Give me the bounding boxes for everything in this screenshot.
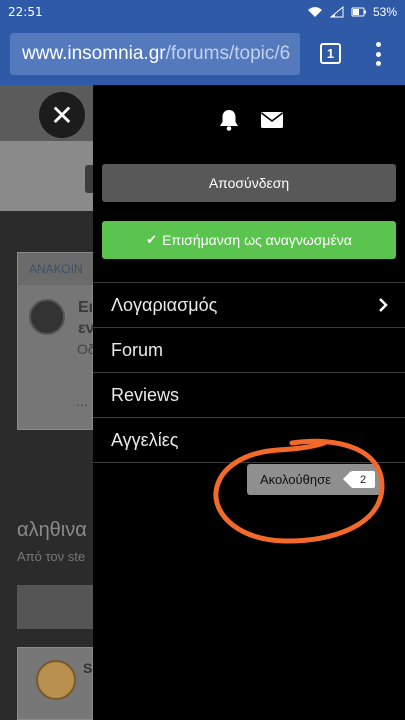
chevron-right-icon [379, 298, 388, 312]
status-time: 22:51 [8, 4, 43, 19]
side-drawer: Αποσύνδεση ✔ Επισήμανση ως αναγνωσμένα Λ… [93, 85, 405, 720]
divider [93, 462, 405, 463]
nav-item-forum[interactable]: Forum [93, 328, 405, 372]
page-button [17, 585, 93, 629]
nav-item-label: Reviews [111, 384, 180, 405]
more-menu-icon[interactable] [372, 39, 384, 69]
mail-icon[interactable] [260, 111, 284, 129]
announcement-card: ΑΝΑΚΟΙΝ Ει εν Οδ ... [17, 252, 93, 430]
follow-count-badge: 2 [343, 471, 375, 488]
nav-item-label: Λογαριασμός [111, 294, 218, 315]
nav-item-label: Αγγελίες [111, 429, 179, 450]
announcement-subtitle: Οδ [77, 341, 93, 357]
announcement-title: Ει εν [78, 299, 93, 337]
close-drawer-button[interactable]: ✕ [39, 92, 85, 138]
url-path: /forums/topic/6 [165, 43, 291, 64]
battery-icon [351, 7, 366, 16]
status-bar: 22:51 53% [0, 0, 405, 23]
page-toolbar [0, 141, 93, 211]
mark-read-button[interactable]: ✔ Επισήμανση ως αναγνωσμένα [102, 221, 396, 259]
announcement-ellipsis: ... [76, 393, 88, 409]
browser-toolbar: www.insomnia.gr/forums/topic/6 1 [0, 23, 405, 85]
user-avatar-logo [36, 660, 76, 700]
check-icon: ✔ [146, 232, 158, 247]
address-bar[interactable]: www.insomnia.gr/forums/topic/6 [10, 33, 300, 75]
nav-item-reviews[interactable]: Reviews [93, 373, 405, 417]
close-icon: ✕ [50, 99, 74, 131]
logout-button[interactable]: Αποσύνδεση [102, 164, 396, 202]
url-host: www.insomnia.gr [22, 43, 166, 64]
bell-icon[interactable] [217, 108, 241, 132]
post-card: S [17, 647, 93, 720]
tabs-button[interactable]: 1 [320, 43, 341, 64]
topic-title: αληθινα [17, 519, 87, 541]
follow-label: Ακολούθησε [260, 472, 331, 487]
announcement-header: ΑΝΑΚΟΙΝ [18, 253, 93, 285]
background-page: ΑΝΑΚΟΙΝ Ει εν Οδ ... αληθινα Από τον ste… [0, 85, 93, 720]
topic-author: Από τον ste [17, 549, 86, 564]
battery-percent: 53% [372, 4, 397, 19]
nav-item-label: Forum [111, 339, 164, 360]
avatar [29, 299, 65, 335]
post-author-initial: S [83, 660, 93, 676]
nav-item-account[interactable]: Λογαριασμός [93, 283, 405, 327]
follow-button[interactable]: Ακολούθησε 2 [247, 464, 380, 495]
mark-read-label: Επισήμανση ως αναγνωσμένα [162, 232, 352, 248]
nav-item-classifieds[interactable]: Αγγελίες [93, 418, 405, 462]
signal-icon [329, 5, 344, 17]
wifi-icon [307, 6, 322, 17]
